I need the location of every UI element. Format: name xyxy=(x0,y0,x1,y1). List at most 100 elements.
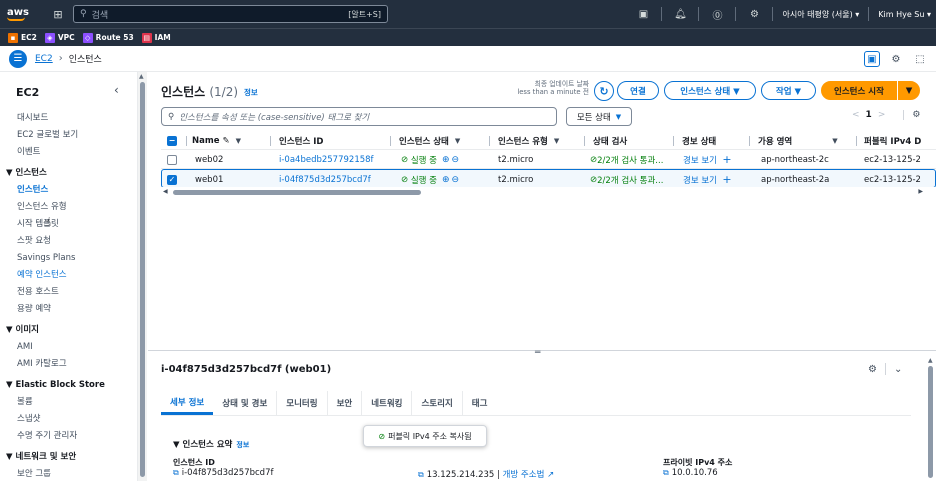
help-icon[interactable]: ⓪ xyxy=(708,7,726,22)
sidebar-item[interactable]: 인스턴스 유형 xyxy=(0,199,137,216)
column-availability-zone[interactable]: 가용 영역 ▼ xyxy=(758,131,848,150)
column-status-check[interactable]: 상태 검사 xyxy=(593,131,673,150)
panel-splitter[interactable]: ═ xyxy=(148,348,936,358)
region-selector[interactable]: 아시아 태평양 (서울) ▾ xyxy=(782,9,859,20)
column-instance-type[interactable]: 인스턴스 유형 ▼ xyxy=(498,131,578,150)
tab-monitoring[interactable]: 모니터링 xyxy=(277,391,328,415)
status-check: ⊘ 2/2개 검사 통과... xyxy=(590,154,664,166)
drag-handle-icon[interactable]: ═ xyxy=(535,348,540,358)
user-menu[interactable]: Kim Hye Su ▾ xyxy=(878,10,931,19)
instance-search-input[interactable]: ⚲ 인스턴스를 속성 또는 (case-sensitive) 태그로 찾기 xyxy=(161,107,557,126)
instance-id-link[interactable]: i-04f875d3d257bcd7f xyxy=(279,170,371,187)
gear-icon[interactable]: ⚙ xyxy=(745,9,763,20)
services-grid-icon[interactable]: ⊞ xyxy=(49,5,67,23)
sidebar-item[interactable]: AMI xyxy=(0,339,137,356)
collapse-icon[interactable]: ‹ xyxy=(114,83,119,97)
refresh-button[interactable]: ↻ xyxy=(594,81,614,101)
sidebar-section[interactable]: ▼ Elastic Block Store xyxy=(0,377,137,394)
menu-icon[interactable]: ☰ xyxy=(9,49,27,68)
sidebar-scrollbar[interactable]: ▲ xyxy=(138,72,147,481)
instance-state-button[interactable]: 인스턴스 상태 ▼ xyxy=(664,81,756,100)
column-alarm-status[interactable]: 경보 상태 xyxy=(682,131,752,150)
page-number[interactable]: 1 xyxy=(866,110,872,120)
panel-icon[interactable]: ▣ xyxy=(864,51,880,67)
favorite-route53[interactable]: ◇ Route 53 xyxy=(82,32,134,43)
tab-storage[interactable]: 스토리지 xyxy=(412,391,463,415)
sidebar-items: 대시보드 EC2 글로벌 보기 이벤트 ▼ 인스턴스 인스턴스 인스턴스 유형 시작 템플릿… xyxy=(0,110,137,481)
table-settings-icon[interactable]: ⚙ xyxy=(903,110,920,120)
sidebar-section[interactable]: ▼ 네트워크 및 보안 xyxy=(0,449,137,466)
sidebar-item[interactable]: 이벤트 xyxy=(0,144,137,161)
row-checkbox[interactable] xyxy=(167,154,177,165)
sidebar-item[interactable]: 예약 인스턴스 xyxy=(0,267,137,284)
next-page-button[interactable]: > xyxy=(878,110,886,120)
column-name[interactable]: Name ✎ ▼ xyxy=(192,131,268,150)
chevron-down-icon[interactable]: ⌄ xyxy=(894,364,902,375)
cloudshell-icon[interactable]: ▣ xyxy=(634,9,652,20)
connect-button[interactable]: 연결 xyxy=(617,81,659,100)
bell-icon[interactable]: 🔔︎ xyxy=(671,9,689,20)
copy-icon[interactable]: ⧉ xyxy=(173,468,179,477)
column-instance-state[interactable]: 인스턴스 상태 ▼ xyxy=(399,131,484,150)
sidebar-section[interactable]: ▼ 이미지 xyxy=(0,322,137,339)
sidebar-item[interactable]: 수명 주기 관리자 xyxy=(0,428,137,445)
info-link[interactable]: 정보 xyxy=(244,87,258,98)
sidebar-item[interactable]: 스냅샷 xyxy=(0,411,137,428)
instance-id-link[interactable]: i-0a4bedb257792158f xyxy=(279,150,374,169)
copy-icon[interactable]: ⧉ xyxy=(663,468,669,477)
copy-icon[interactable]: ⧉ xyxy=(418,470,424,479)
sidebar-item[interactable]: 인스턴스 xyxy=(0,182,137,199)
aws-logo[interactable]: aws xyxy=(7,7,37,21)
sidebar-item[interactable]: 용량 예약 xyxy=(0,301,137,318)
column-public-dns[interactable]: 퍼블릭 IPv4 D xyxy=(864,131,936,150)
favorite-vpc[interactable]: ◈ VPC xyxy=(44,32,75,43)
external-link-icon[interactable]: ↗ xyxy=(547,470,554,480)
sidebar-item[interactable]: EC2 글로벌 보기 xyxy=(0,127,137,144)
info-link[interactable]: 정보 xyxy=(236,441,249,449)
sidebar-item[interactable]: AMI 카탈로그 xyxy=(0,356,137,373)
zoom-in-icon[interactable]: ⊕ xyxy=(442,155,450,165)
sidebar-item[interactable]: Savings Plans xyxy=(0,250,137,267)
vpc-icon: ◈ xyxy=(44,32,55,43)
chevron-right-icon: › xyxy=(58,53,63,64)
tab-security[interactable]: 보안 xyxy=(328,391,363,415)
table-row[interactable]: web02 i-0a4bedb257792158f ⊘ 실행 중 ⊕ ⊖ t2.mi… xyxy=(161,150,936,169)
sidebar-item[interactable]: 대시보드 xyxy=(0,110,137,127)
instance-summary-heading[interactable]: ▼ 인스턴스 요약 정보 xyxy=(173,438,249,450)
favorite-ec2[interactable]: ▪ EC2 xyxy=(8,32,37,43)
launch-instances-button[interactable]: 인스턴스 시작 xyxy=(821,81,897,100)
column-instance-id[interactable]: 인스턴스 ID xyxy=(279,131,379,150)
tab-details[interactable]: 세부 정보 xyxy=(161,391,214,415)
tab-tags[interactable]: 태그 xyxy=(463,391,497,415)
tab-status-alarms[interactable]: 상태 및 경보 xyxy=(213,391,278,415)
state-filter-select[interactable]: 모든 상태 ▼ xyxy=(566,107,632,126)
instance-id-label: 인스턴스 ID xyxy=(173,458,215,467)
prev-page-button[interactable]: < xyxy=(852,110,860,120)
search-input[interactable]: ⚲ 검색 [알트+S] xyxy=(73,5,388,23)
row-checkbox[interactable]: ✓ xyxy=(167,174,177,185)
alarm-link[interactable]: 경보 보기 + xyxy=(683,170,732,187)
favorite-iam[interactable]: ▤ IAM xyxy=(141,32,171,43)
settings-icon[interactable]: ⚙ xyxy=(888,51,904,67)
sidebar-section[interactable]: ▼ 인스턴스 xyxy=(0,165,137,182)
launch-dropdown-button[interactable]: ▼ xyxy=(898,81,920,100)
sidebar-item[interactable]: 볼륨 xyxy=(0,394,137,411)
detail-scrollbar[interactable]: ▲ xyxy=(926,357,936,481)
zoom-in-icon[interactable]: ⊕ xyxy=(442,175,450,185)
tab-networking[interactable]: 네트워킹 xyxy=(362,391,413,415)
zoom-out-icon[interactable]: ⊖ xyxy=(452,175,460,185)
open-address-link[interactable]: 개방 주소법 xyxy=(503,470,545,480)
breadcrumb-ec2[interactable]: EC2 xyxy=(35,54,53,64)
alarm-link[interactable]: 경보 보기 + xyxy=(683,150,732,169)
sidebar-item[interactable]: 전용 호스트 xyxy=(0,284,137,301)
zoom-out-icon[interactable]: ⊖ xyxy=(452,155,460,165)
feedback-icon[interactable]: ⬚ xyxy=(912,51,928,67)
gear-icon[interactable]: ⚙ xyxy=(868,364,877,375)
table-horizontal-scrollbar[interactable]: ◀ ▶ xyxy=(161,188,923,196)
sidebar-item[interactable]: 보안 그룹 xyxy=(0,466,137,481)
table-row-selected[interactable]: ✓ web01 i-04f875d3d257bcd7f ⊘ 실행 중 ⊕ ⊖ t2.… xyxy=(161,169,936,187)
select-all-checkbox[interactable]: − xyxy=(167,135,177,146)
sidebar-item[interactable]: 스팟 요청 xyxy=(0,233,137,250)
sidebar-item[interactable]: 시작 템플릿 xyxy=(0,216,137,233)
actions-button[interactable]: 작업 ▼ xyxy=(761,81,816,100)
